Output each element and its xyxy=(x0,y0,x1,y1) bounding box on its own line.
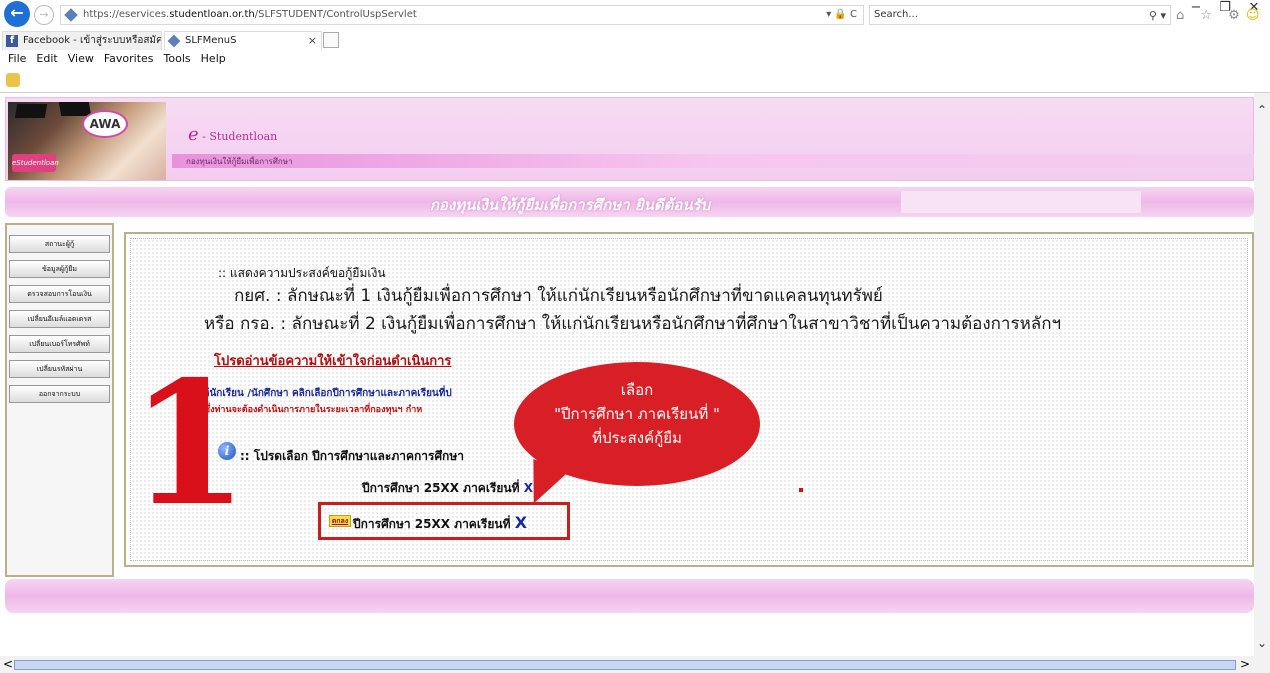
new-tab-button[interactable] xyxy=(323,32,339,48)
menu-loan-status[interactable]: สถานะผู้กู้ xyxy=(9,235,110,253)
year-option-2-highlight: ตกลง ปีการศึกษา 25XX ภาคเรียนที่ X xyxy=(318,502,570,540)
back-button[interactable]: ← xyxy=(4,1,30,27)
lock-refresh-icon[interactable]: ▾ 🔒 C xyxy=(826,9,857,20)
site-icon xyxy=(64,8,78,22)
address-bar[interactable]: https://eservices.studentloan.or.th/SLFS… xyxy=(60,5,864,25)
scroll-down-icon[interactable]: ⌄ xyxy=(1257,636,1267,650)
favorites-star-icon[interactable] xyxy=(6,73,20,87)
menu-check-transfer[interactable]: ตรวจสอบการโอนเงิน xyxy=(9,285,110,303)
ok-button[interactable]: ตกลง xyxy=(329,515,351,527)
search-input[interactable]: Search... ⚲ ▾ xyxy=(869,5,1171,25)
main-content: :: แสดงความประสงค์ขอกู้ยืมเงิน กยศ. : ลั… xyxy=(124,232,1254,567)
red-dot xyxy=(799,488,803,492)
page-viewport: eStudentloan AWA e - Studentloan กองทุนเ… xyxy=(0,93,1254,656)
tab-facebook[interactable]: f Facebook - เข้าสู่ระบบหรือสมัครใช้... xyxy=(2,31,162,50)
tab-label: SLFMenuS xyxy=(185,35,237,46)
scroll-up-icon[interactable]: ⌃ xyxy=(1257,103,1267,117)
horizontal-scrollbar[interactable]: < > xyxy=(0,656,1254,673)
loan-type-2: หรือ กรอ. : ลักษณะที่ 2 เงินกู้ยืมเพื่อก… xyxy=(204,314,1062,334)
loan-type-1: กยศ. : ลักษณะที่ 1 เงินกู้ยืมเพื่อการศึก… xyxy=(234,286,883,306)
menu-file[interactable]: File xyxy=(8,52,26,65)
header-banner: eStudentloan AWA e - Studentloan กองทุนเ… xyxy=(5,97,1254,181)
search-icon[interactable]: ⚲ ▾ xyxy=(1149,9,1166,22)
menu-tools[interactable]: Tools xyxy=(164,52,191,65)
facebook-icon: f xyxy=(6,35,18,47)
browser-chrome: − ❐ ✕ ← → https://eservices.studentloan.… xyxy=(0,0,1270,93)
url-text: https://eservices.studentloan.or.th/SLFS… xyxy=(83,9,417,20)
tab-label: Facebook - เข้าสู่ระบบหรือสมัครใช้... xyxy=(23,35,161,46)
toolbar-icons[interactable]: ⌂ ☆ ⚙☺ xyxy=(1176,8,1265,23)
read-notice-link[interactable]: โปรดอ่านข้อความให้เข้าใจก่อนดำเนินการ xyxy=(214,350,451,371)
vertical-scrollbar[interactable]: ⌃ ⌄ xyxy=(1254,93,1270,656)
menu-edit[interactable]: Edit xyxy=(36,52,57,65)
callout-text: เลือก "ปีการศึกษา ภาคเรียนที่ " ที่ประสง… xyxy=(554,381,720,447)
menu-help[interactable]: Help xyxy=(201,52,226,65)
home-star-gear-icon[interactable]: ⌂ ☆ ⚙ xyxy=(1176,8,1246,23)
step-number: 1 xyxy=(130,344,249,544)
brand-title: e - Studentloan xyxy=(188,124,278,145)
scroll-left-icon[interactable]: < xyxy=(3,657,13,671)
smiley-icon[interactable]: ☺ xyxy=(1246,8,1266,23)
menu-change-email[interactable]: เปลี่ยนอีเมล์แอดเดรส xyxy=(9,310,110,328)
menu-bar: File Edit View Favorites Tools Help xyxy=(0,52,228,70)
tab-strip: f Facebook - เข้าสู่ระบบหรือสมัครใช้... … xyxy=(0,30,1270,50)
left-menu: สถานะผู้กู้ ข้อมูลผู้กู้ยืม ตรวจสอบการโอ… xyxy=(5,223,114,577)
choose-heading: :: โปรดเลือก ปีการศึกษาและภาคการศึกษา xyxy=(240,449,464,463)
menu-borrower-info[interactable]: ข้อมูลผู้กู้ยืม xyxy=(9,260,110,278)
year-option-1[interactable]: ปีการศึกษา 25XX ภาคเรียนที่ X xyxy=(362,479,533,498)
slf-logo: AWA xyxy=(82,110,128,138)
menu-change-password[interactable]: เปลี่ยนรหัสผ่าน xyxy=(9,360,110,378)
menu-view[interactable]: View xyxy=(68,52,94,65)
intro-text: :: แสดงความประสงค์ขอกู้ยืมเงิน xyxy=(218,266,386,280)
year-option-2[interactable]: ปีการศึกษา 25XX ภาคเรียนที่ X xyxy=(353,513,527,534)
footer-bar xyxy=(5,579,1254,613)
photo-tag: eStudentloan xyxy=(12,154,59,172)
forward-button[interactable]: → xyxy=(34,5,54,25)
graduation-cap-icon xyxy=(14,104,48,118)
menu-favorites[interactable]: Favorites xyxy=(104,52,154,65)
search-placeholder: Search... xyxy=(874,9,918,20)
tab-slfmenus[interactable]: SLFMenuS × xyxy=(164,31,322,50)
tagline-bar xyxy=(172,154,1254,168)
graduation-cap-icon xyxy=(58,102,92,116)
site-icon xyxy=(167,34,181,48)
tagline: กองทุนเงินให้กู้ยืมเพื่อการศึกษา xyxy=(186,157,293,166)
tab-close-icon[interactable]: × xyxy=(308,32,317,49)
welcome-text: กองทุนเงินให้กู้ยืมเพื่อการศึกษา ยินดีต้… xyxy=(429,196,711,214)
scroll-thumb[interactable] xyxy=(14,660,1236,670)
scrollbar-corner xyxy=(1254,656,1270,673)
scroll-right-icon[interactable]: > xyxy=(1240,657,1250,671)
welcome-bar: กองทุนเงินให้กู้ยืมเพื่อการศึกษา ยินดีต้… xyxy=(5,187,1254,217)
menu-logout[interactable]: ออกจากระบบ xyxy=(9,385,110,403)
menu-change-phone[interactable]: เปลี่ยนเบอร์โทรศัพท์ xyxy=(9,335,110,353)
